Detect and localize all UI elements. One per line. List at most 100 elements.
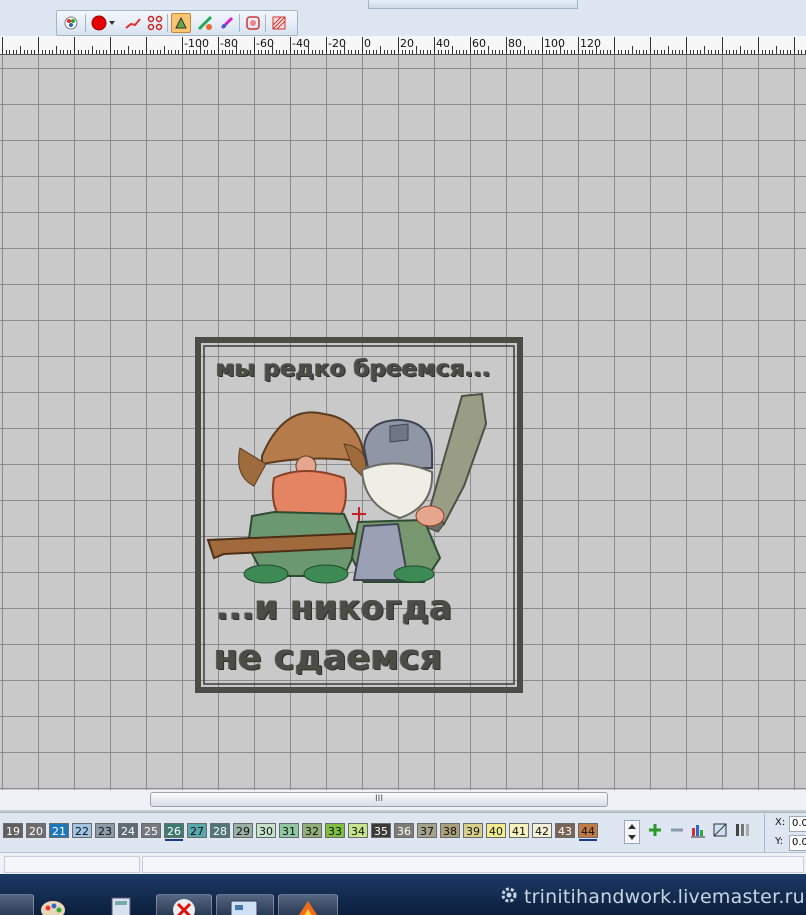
hoop-icon[interactable] (243, 13, 263, 33)
ruler-tick (185, 50, 187, 54)
ruler-tick (221, 50, 223, 54)
ruler-tick (599, 50, 601, 54)
ruler-tick (729, 50, 731, 54)
palette-swatch-35[interactable]: 35 (371, 823, 391, 838)
palette-swatch-41[interactable]: 41 (509, 823, 529, 838)
ruler-tick (657, 50, 659, 54)
palette-swatch-34[interactable]: 34 (348, 823, 368, 838)
ruler-tick (509, 50, 511, 54)
palette-swatch-19[interactable]: 19 (3, 823, 23, 838)
ruler-tick (578, 37, 579, 54)
palette-swatch-37[interactable]: 37 (417, 823, 437, 838)
watermark-text: trinitihandwork.livemaster.ru (498, 884, 805, 908)
thread-color-icon[interactable] (89, 13, 109, 33)
ruler-tick (405, 50, 407, 54)
palette-swatch-25[interactable]: 25 (141, 823, 161, 838)
ruler-label: 120 (580, 37, 601, 50)
ruler-tick (225, 50, 227, 54)
fill-pattern-icon[interactable] (269, 13, 289, 33)
no-color-icon[interactable] (712, 822, 728, 838)
explorer-taskbar-item[interactable] (216, 894, 274, 915)
realistic-view-icon[interactable] (171, 13, 191, 33)
palette-swatch-29[interactable]: 29 (233, 823, 253, 838)
ruler-tick (329, 50, 331, 54)
palette-swatch-33[interactable]: 33 (325, 823, 345, 838)
palette-swatch-39[interactable]: 39 (463, 823, 483, 838)
ruler-tick (718, 50, 720, 54)
ruler-tick (102, 50, 104, 54)
ruler-label: -100 (184, 37, 209, 50)
ruler-tick (628, 50, 630, 54)
calculator-icon[interactable] (110, 894, 136, 915)
color-wheel-icon[interactable] (61, 13, 81, 33)
palette-swatch-43[interactable]: 43 (555, 823, 575, 838)
remove-color-icon[interactable] (669, 822, 685, 838)
ruler-tick (491, 50, 493, 54)
palette-columns-icon[interactable] (734, 822, 750, 838)
palette-spinner[interactable] (624, 820, 640, 844)
ruler-tick (333, 50, 335, 54)
ruler-tick (441, 50, 443, 54)
ruler-tick (282, 50, 284, 54)
ruler-tick (110, 37, 111, 54)
palette-swatch-44[interactable]: 44 (578, 823, 598, 841)
scrollbar-thumb[interactable]: III (150, 792, 608, 807)
ruler-label: -60 (256, 37, 274, 50)
x-coordinate-field[interactable]: 0.0 (789, 816, 806, 832)
horizontal-ruler: -100 -80 -60 -40 -20 0 20 40 60 80 100 120 (0, 36, 806, 55)
palette-swatch-31[interactable]: 31 (279, 823, 299, 838)
ruler-tick (196, 50, 198, 54)
taskbar-item[interactable] (0, 894, 34, 915)
palette-swatch-32[interactable]: 32 (302, 823, 322, 838)
y-coordinate-field[interactable]: 0.0 (789, 835, 806, 851)
palette-swatch-30[interactable]: 30 (256, 823, 276, 838)
x-label: X: (775, 817, 786, 828)
ruler-tick (531, 50, 533, 54)
chevron-down-icon[interactable] (107, 13, 117, 33)
horizontal-scrollbar[interactable]: III (0, 790, 806, 810)
palette-swatch-26[interactable]: 26 (164, 823, 184, 841)
palette-swatch-23[interactable]: 23 (95, 823, 115, 838)
thread-tool-icon[interactable] (195, 13, 215, 33)
ruler-tick (470, 37, 471, 54)
ruler-tick (23, 50, 25, 54)
ruler-tick (34, 50, 36, 54)
ruler-tick (419, 50, 421, 54)
ruler-tick (693, 50, 695, 54)
palette-swatch-21[interactable]: 21 (49, 823, 69, 838)
stitch-points-icon[interactable] (145, 13, 165, 33)
ruler-tick (336, 50, 338, 54)
ruler-tick (27, 50, 29, 54)
needle-icon[interactable] (217, 13, 237, 33)
palette-swatch-27[interactable]: 27 (187, 823, 207, 838)
ruler-tick (387, 50, 389, 54)
palette-swatch-28[interactable]: 28 (210, 823, 230, 838)
ruler-tick (38, 37, 39, 54)
paint-app-icon[interactable] (38, 894, 90, 915)
ruler-tick (452, 46, 453, 54)
ruler-tick (498, 50, 500, 54)
ruler-tick (275, 50, 277, 54)
embroidery-app-taskbar-item[interactable] (278, 894, 338, 915)
ruler-tick (801, 50, 803, 54)
ruler-tick (765, 50, 767, 54)
stitch-path-icon[interactable] (123, 13, 143, 33)
palette-swatch-38[interactable]: 38 (440, 823, 460, 838)
add-color-icon[interactable] (647, 822, 663, 838)
ruler-tick (650, 37, 651, 54)
palette-swatch-40[interactable]: 40 (486, 823, 506, 838)
palette-swatch-20[interactable]: 20 (26, 823, 46, 838)
secondary-toolbar[interactable] (368, 0, 578, 9)
ruler-label: 60 (472, 37, 486, 50)
embroidery-design[interactable]: мы редко бреемся... ...и никогда не сдае… (194, 336, 524, 694)
palette-swatch-24[interactable]: 24 (118, 823, 138, 838)
browser-taskbar-item[interactable] (156, 894, 212, 915)
palette-swatch-36[interactable]: 36 (394, 823, 414, 838)
palette-swatch-22[interactable]: 22 (72, 823, 92, 838)
palette-swatch-42[interactable]: 42 (532, 823, 552, 838)
ruler-tick (30, 50, 32, 54)
color-chart-icon[interactable] (690, 822, 706, 838)
ruler-tick (678, 50, 680, 54)
ruler-label: -80 (220, 37, 238, 50)
ruler-tick (682, 50, 684, 54)
